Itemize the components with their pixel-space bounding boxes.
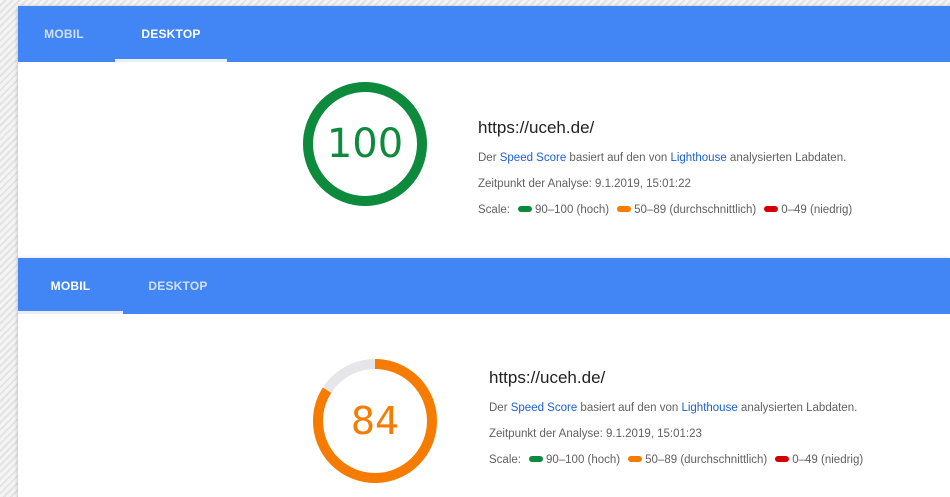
desc-suffix: analysierten Labdaten. [737,402,858,414]
result-info: https://uceh.de/ Der Speed Score basiert… [489,368,863,466]
scale-average-label: 50–89 (durchschnittlich) [634,204,757,216]
scale-low-label: 0–49 (niedrig) [792,454,864,466]
scale-low-label: 0–49 (niedrig) [781,204,853,216]
active-tab-indicator [18,311,123,314]
scale-dot-high [528,456,543,463]
analyzed-url: https://uceh.de/ [478,118,595,137]
active-tab-indicator [115,59,227,62]
speed-score-link[interactable]: Speed Score [500,152,567,164]
score-scale-legend: Scale: 90–100 (hoch) 50–89 (durchschnittli… [489,454,863,466]
scale-dot-average [628,456,643,463]
scale-dot-high [517,206,532,213]
scale-dot-low [775,456,790,463]
speed-score-link[interactable]: Speed Score [511,402,578,414]
analyzed-url: https://uceh.de/ [489,368,606,387]
tab-desktop-label: DESKTOP [141,27,201,41]
score-value: 100 [326,121,404,167]
scale-average-label: 50–89 (durchschnittlich) [645,454,768,466]
speed-score-description: Der Speed Score basiert auf den von Ligh… [478,152,852,164]
desc-middle: basiert auf den von [577,402,682,414]
desktop-result-panel: MOBIL DESKTOP 100 https://uceh.de/ Der S… [18,6,950,258]
speed-score-description: Der Speed Score basiert auf den von Ligh… [489,402,863,414]
tab-desktop[interactable]: DESKTOP [115,6,227,62]
tab-bar: MOBIL DESKTOP [18,6,950,62]
desc-prefix: Der [478,152,500,164]
scale-dot-low [764,206,779,213]
lighthouse-link[interactable]: Lighthouse [681,402,737,414]
mobile-result-panel: MOBIL DESKTOP 84 https://uceh.de/ Der Sp… [18,258,950,497]
scale-high-label: 90–100 (hoch) [545,454,621,466]
score-gauge: 84 [310,356,440,486]
desc-middle: basiert auf den von [566,152,671,164]
score-scale-legend: Scale: 90–100 (hoch) 50–89 (durchschnittli… [478,204,852,216]
score-gauge: 100 [300,79,430,209]
tab-mobil[interactable]: MOBIL [18,258,123,314]
scale-high-label: 90–100 (hoch) [534,204,610,216]
desc-prefix: Der [489,402,511,414]
scale-label: Scale: [478,204,510,216]
tab-desktop[interactable]: DESKTOP [128,258,228,314]
score-value: 84 [350,399,400,443]
analysis-timestamp: Zeitpunkt der Analyse: 9.1.2019, 15:01:2… [478,178,691,190]
desc-suffix: analysierten Labdaten. [726,152,847,164]
analysis-timestamp: Zeitpunkt der Analyse: 9.1.2019, 15:01:2… [489,428,702,440]
tab-mobil[interactable]: MOBIL [18,6,110,62]
lighthouse-link[interactable]: Lighthouse [670,152,726,164]
result-info: https://uceh.de/ Der Speed Score basiert… [478,118,852,216]
scale-dot-average [617,206,632,213]
tab-mobil-label: MOBIL [50,279,91,293]
tab-bar: MOBIL DESKTOP [18,258,950,314]
scale-label: Scale: [489,454,521,466]
